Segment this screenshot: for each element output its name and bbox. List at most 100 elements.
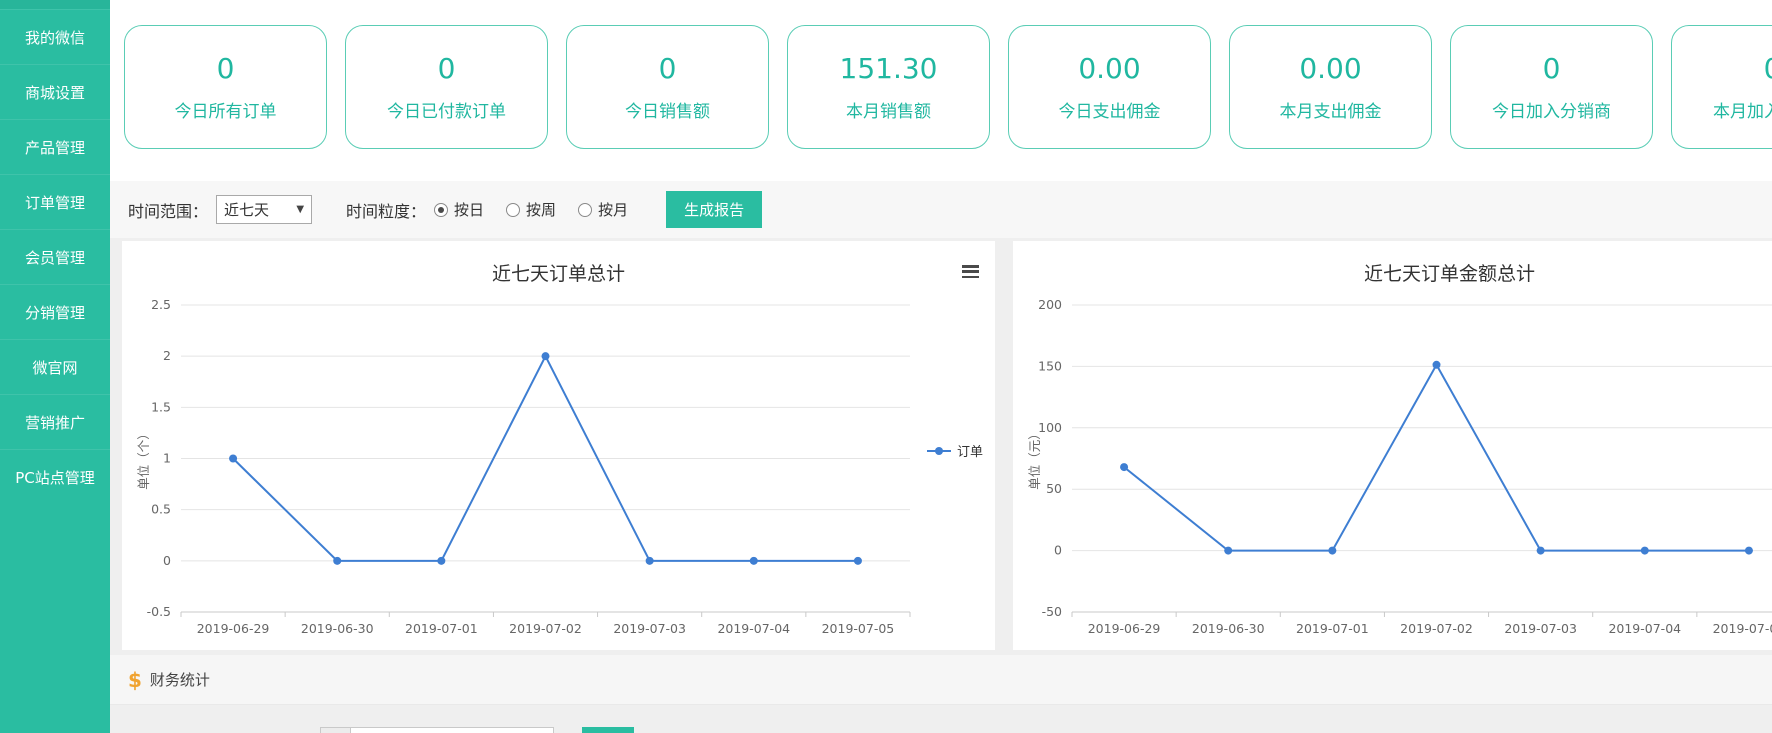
stat-cards: 0 今日所有订单 0 今日已付款订单 0 今日销售额 151.30 本月销售额 … <box>110 0 1772 149</box>
amount-chart-svg: -500501001502002019-06-292019-06-302019-… <box>1013 241 1772 650</box>
svg-text:2019-06-29: 2019-06-29 <box>197 621 270 636</box>
stat-value: 0 <box>1543 52 1561 85</box>
svg-text:-50: -50 <box>1042 604 1062 619</box>
granularity-label: 时间粒度： <box>346 198 426 222</box>
legend-label: 订单 <box>957 441 983 460</box>
amount-chart-panel: 近七天订单金额总计 -500501001502002019-06-292019-… <box>1013 241 1772 650</box>
svg-text:2019-07-02: 2019-07-02 <box>509 621 582 636</box>
svg-text:1: 1 <box>163 451 171 466</box>
stat-label: 今日支出佣金 <box>1059 97 1161 122</box>
sidebar-item-member-mgmt[interactable]: 会员管理 <box>0 229 110 284</box>
svg-text:2019-07-03: 2019-07-03 <box>613 621 686 636</box>
svg-text:2019-06-30: 2019-06-30 <box>1192 621 1265 636</box>
sidebar-item-label: 产品管理 <box>25 137 85 158</box>
stat-value: 0.00 <box>1078 52 1140 85</box>
granularity-option-month[interactable]: 按月 <box>578 199 628 220</box>
generate-report-button[interactable]: 生成报告 <box>666 191 762 228</box>
dollar-icon: $ <box>128 668 142 692</box>
sidebar-item-marketing[interactable]: 营销推广 <box>0 394 110 449</box>
time-range-value: 近七天 <box>224 199 269 220</box>
svg-text:0: 0 <box>163 553 171 568</box>
stat-card-today-distributors[interactable]: 0 今日加入分销商 <box>1450 25 1653 149</box>
finance-title: 财务统计 <box>150 669 210 690</box>
stat-value: 151.30 <box>840 52 938 85</box>
radio-label: 按周 <box>526 199 556 220</box>
stat-value: 0 <box>438 52 456 85</box>
stat-label: 本月销售额 <box>846 97 931 122</box>
svg-text:0: 0 <box>1054 543 1062 558</box>
stat-label: 今日销售额 <box>625 97 710 122</box>
sidebar-item-distribution-mgmt[interactable]: 分销管理 <box>0 284 110 339</box>
sidebar: 我的微信 商城设置 产品管理 订单管理 会员管理 分销管理 微官网 营销推广 P… <box>0 0 110 733</box>
radio-label: 按日 <box>454 199 484 220</box>
sidebar-item-label: PC站点管理 <box>15 467 95 488</box>
sidebar-item-label: 我的微信 <box>25 27 85 48</box>
radio-icon <box>434 203 448 217</box>
sidebar-item-mall-settings[interactable]: 商城设置 <box>0 64 110 119</box>
orders-chart-panel: 近七天订单总计 -0.500.511.522.52019-06-292019-0… <box>122 241 995 650</box>
svg-text:2019-07-01: 2019-07-01 <box>405 621 478 636</box>
stat-card-today-sales[interactable]: 0 今日销售额 <box>566 25 769 149</box>
stat-value: 0 <box>659 52 677 85</box>
stat-card-today-paid-orders[interactable]: 0 今日已付款订单 <box>345 25 548 149</box>
svg-text:2019-06-30: 2019-06-30 <box>301 621 374 636</box>
stat-value: 0 <box>1764 52 1772 85</box>
svg-text:-0.5: -0.5 <box>147 604 171 619</box>
radio-icon <box>578 203 592 217</box>
sidebar-item-order-mgmt[interactable]: 订单管理 <box>0 174 110 229</box>
svg-text:2019-07-04: 2019-07-04 <box>1608 621 1681 636</box>
radio-icon <box>506 203 520 217</box>
stat-value: 0 <box>217 52 235 85</box>
sidebar-item-micro-site[interactable]: 微官网 <box>0 339 110 394</box>
svg-text:单位（个）: 单位（个） <box>136 427 151 490</box>
legend-line-icon <box>926 446 952 456</box>
filter-bar: 时间范围： 近七天 ▼ 时间粒度： 按日 按周 按月 生成报告 <box>110 181 1772 238</box>
svg-text:2019-07-05: 2019-07-05 <box>1713 621 1772 636</box>
stat-card-month-commission[interactable]: 0.00 本月支出佣金 <box>1229 25 1432 149</box>
sidebar-item-label: 订单管理 <box>25 192 85 213</box>
stats-strip: 0 今日所有订单 0 今日已付款订单 0 今日销售额 151.30 本月销售额 … <box>110 0 1772 181</box>
svg-text:单位（元）: 单位（元） <box>1027 427 1042 490</box>
svg-text:150: 150 <box>1038 358 1062 373</box>
stat-card-today-commission[interactable]: 0.00 今日支出佣金 <box>1008 25 1211 149</box>
input-addon <box>320 727 350 733</box>
stat-label: 今日已付款订单 <box>387 97 506 122</box>
dashboard: 我的微信 商城设置 产品管理 订单管理 会员管理 分销管理 微官网 营销推广 P… <box>0 0 1772 733</box>
finance-query-row <box>320 727 634 733</box>
sidebar-item-label: 分销管理 <box>25 302 85 323</box>
stat-label: 本月加入分销商 <box>1713 97 1772 122</box>
chevron-down-icon: ▼ <box>296 204 304 215</box>
stat-card-month-distributors[interactable]: 0 本月加入分销商 <box>1671 25 1772 149</box>
stat-label: 本月支出佣金 <box>1280 97 1382 122</box>
finance-date-input[interactable] <box>350 727 554 733</box>
svg-text:0.5: 0.5 <box>151 502 171 517</box>
svg-text:2: 2 <box>163 348 171 363</box>
sidebar-item-product-mgmt[interactable]: 产品管理 <box>0 119 110 174</box>
svg-text:2.5: 2.5 <box>151 297 171 312</box>
stat-label: 今日所有订单 <box>175 97 277 122</box>
radio-label: 按月 <box>598 199 628 220</box>
orders-chart-legend[interactable]: 订单 <box>926 441 983 460</box>
svg-text:50: 50 <box>1046 481 1062 496</box>
svg-text:2019-07-05: 2019-07-05 <box>822 621 895 636</box>
granularity-option-day[interactable]: 按日 <box>434 199 484 220</box>
stat-card-today-orders[interactable]: 0 今日所有订单 <box>124 25 327 149</box>
granularity-option-week[interactable]: 按周 <box>506 199 556 220</box>
svg-text:2019-07-02: 2019-07-02 <box>1400 621 1473 636</box>
sidebar-item-pc-site-mgmt[interactable]: PC站点管理 <box>0 449 110 504</box>
time-range-label: 时间范围： <box>128 198 208 222</box>
sidebar-item-label: 微官网 <box>32 357 77 378</box>
stat-value: 0.00 <box>1299 52 1361 85</box>
stat-card-month-sales[interactable]: 151.30 本月销售额 <box>787 25 990 149</box>
sidebar-item-my-wechat[interactable]: 我的微信 <box>0 9 110 64</box>
finance-query-button[interactable] <box>582 727 634 733</box>
svg-text:2019-06-29: 2019-06-29 <box>1088 621 1161 636</box>
finance-section-header: $ 财务统计 <box>110 655 1772 705</box>
sidebar-item-label: 商城设置 <box>25 82 85 103</box>
svg-text:1.5: 1.5 <box>151 399 171 414</box>
svg-text:2019-07-01: 2019-07-01 <box>1296 621 1369 636</box>
time-range-select[interactable]: 近七天 ▼ <box>216 195 312 224</box>
svg-text:200: 200 <box>1038 297 1062 312</box>
sidebar-item-label: 会员管理 <box>25 247 85 268</box>
stat-label: 今日加入分销商 <box>1492 97 1611 122</box>
